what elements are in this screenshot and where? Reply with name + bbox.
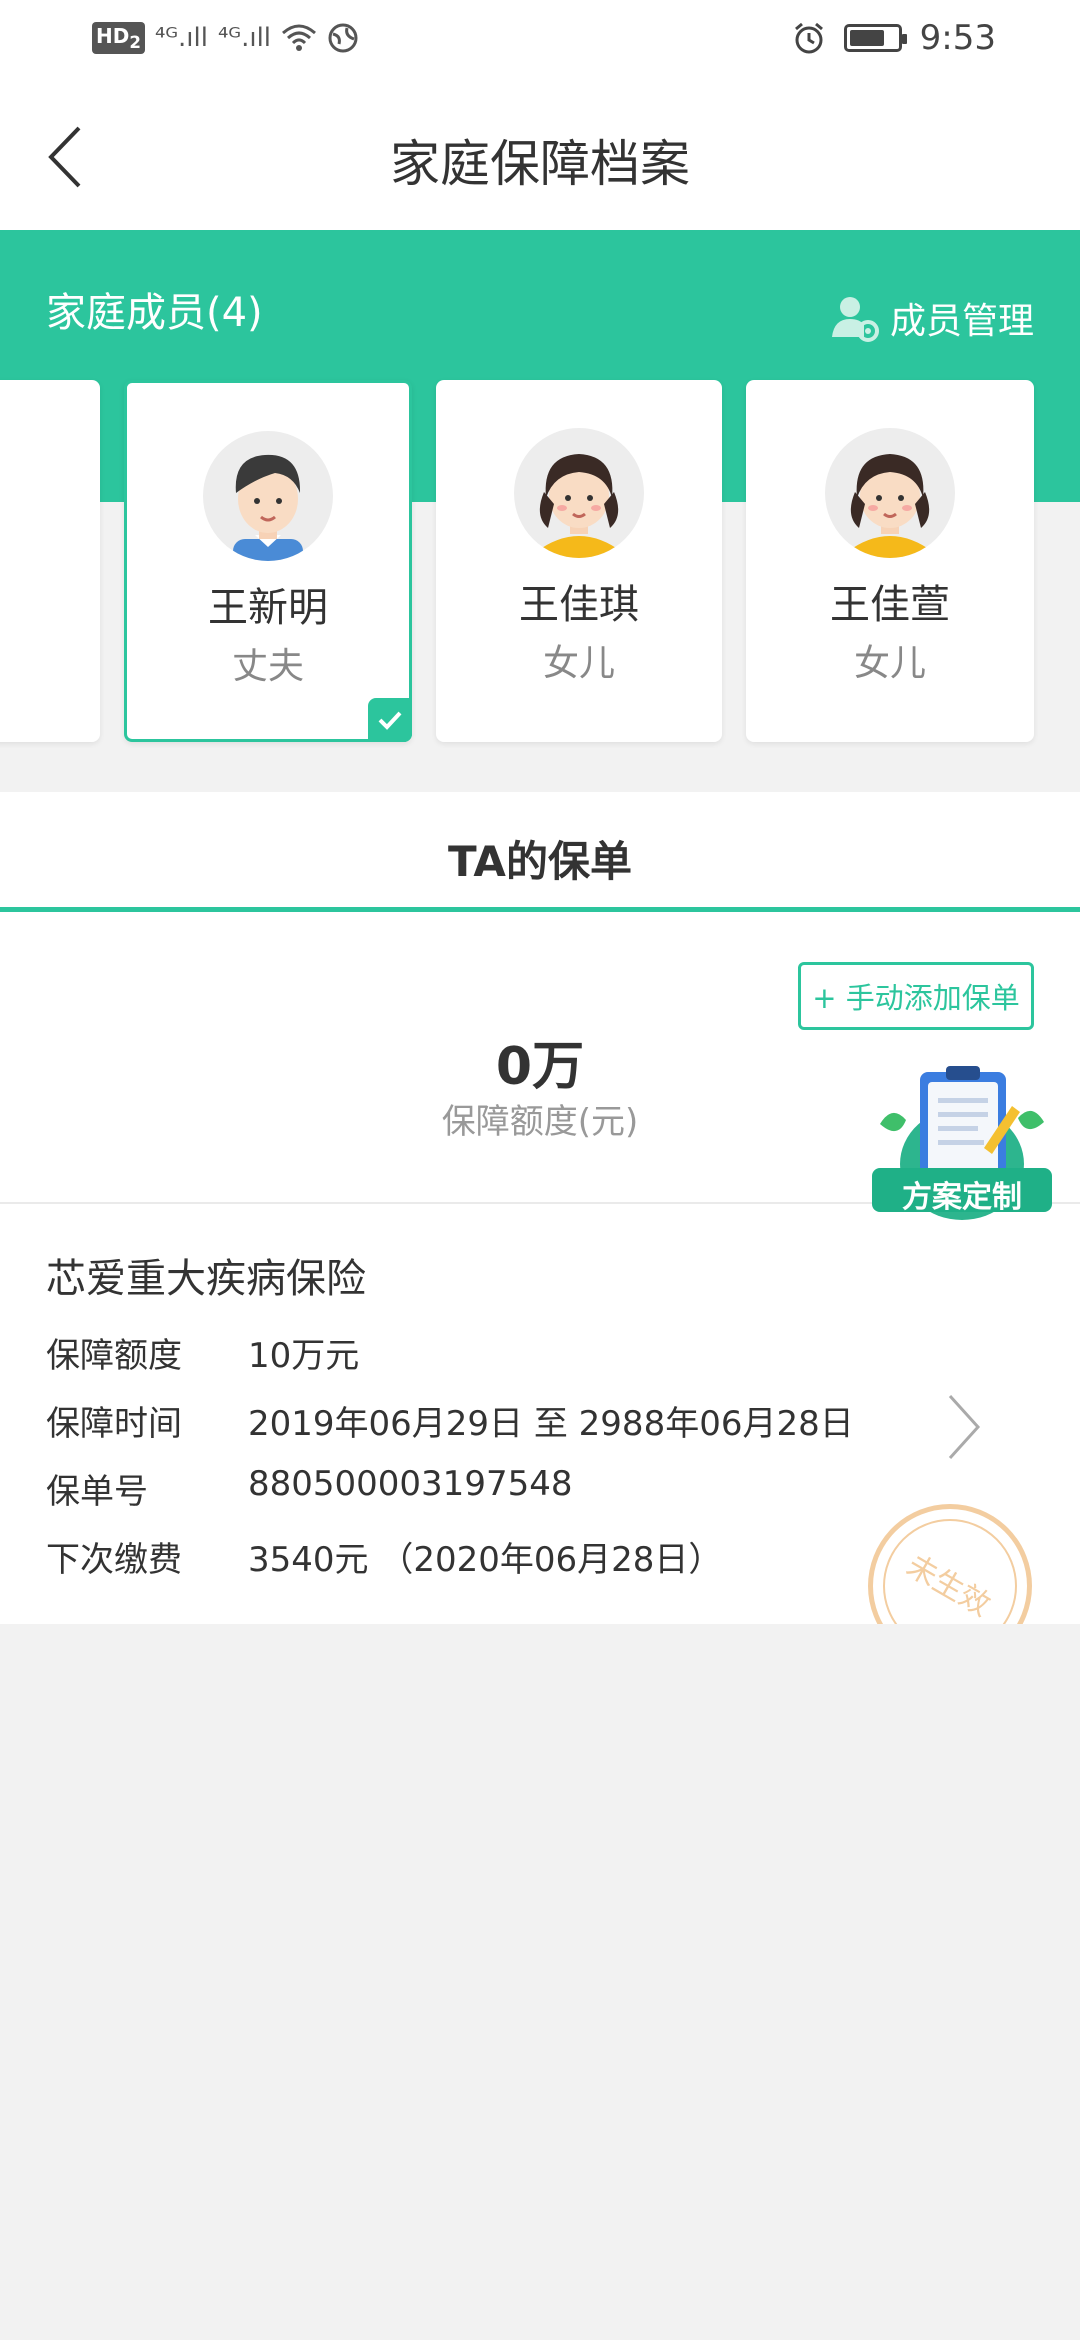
status-bar: HD2 ⁴ᴳ.ıll ⁴ᴳ.ıll 9:53 [0,0,1080,84]
row-key: 保障额度 [46,1336,182,1376]
member-card-partial[interactable] [0,380,100,742]
row-key: 保单号 [46,1472,148,1512]
policy-card[interactable]: 芯爱重大疾病保险 保障额度 10万元 保障时间 2019年06月29日 至 29… [0,1204,1080,1624]
policy-row: 保障时间 2019年06月29日 至 2988年06月28日 [46,1396,854,1445]
member-card[interactable]: 王佳琪 女儿 [436,380,722,742]
stamp-text: 未生效 [900,1548,996,1624]
member-relation: 女儿 [542,643,615,684]
row-key: 保障时间 [46,1404,182,1444]
row-value: 880500003197548 [248,1464,573,1504]
inactive-stamp: 未生效 [868,1504,1032,1624]
plan-custom-badge[interactable]: 方案定制 [872,1064,1052,1230]
member-manage-label: 成员管理 [889,301,1034,342]
member-manage-button[interactable]: 成员管理 [830,292,1034,344]
signal-icon-2: ⁴ᴳ.ıll [217,23,272,53]
girl-avatar-icon [514,428,644,558]
check-icon [368,698,412,742]
chevron-right-icon[interactable] [944,1392,984,1462]
alarm-icon [794,22,823,54]
member-name: 王新明 [208,585,328,631]
policy-row: 下次缴费 3540元 （2020年06月28日） [46,1532,722,1581]
member-relation: 丈夫 [231,646,304,687]
user-settings-icon [831,297,879,342]
hd-icon: HD2 [92,22,145,54]
wifi-icon [282,24,317,51]
globe-icon [328,23,358,53]
row-value: 3540元 （2020年06月28日） [248,1540,723,1580]
add-policy-button[interactable]: + 手动添加保单 [798,962,1034,1030]
member-card[interactable]: 王新明 丈夫 [124,380,412,742]
member-cards: 王新明 丈夫 王佳琪 女儿 王佳萱 女儿 [0,380,1080,742]
policy-row: 保单号 880500003197548 [46,1464,572,1513]
member-name: 王佳萱 [830,582,950,628]
clock: 9:53 [919,18,996,58]
battery-icon [843,24,907,52]
member-card[interactable]: 王佳萱 女儿 [746,380,1034,742]
member-relation: 女儿 [853,643,926,684]
row-key: 下次缴费 [46,1540,182,1580]
girl-avatar-icon [825,428,955,558]
plan-custom-label: 方案定制 [902,1180,1022,1215]
page-title: 家庭保障档案 [390,135,690,193]
row-value: 2019年06月29日 至 2988年06月28日 [248,1404,854,1444]
policy-row: 保障额度 10万元 [46,1328,359,1377]
signal-icon: ⁴ᴳ.ıll [154,23,208,53]
row-value: 10万元 [248,1336,360,1376]
nav-bar: 家庭保障档案 [0,84,1080,230]
members-title: 家庭成员(4) [46,290,263,336]
policy-tab[interactable]: TA的保单 [0,792,1080,912]
member-name: 王佳琪 [519,582,639,628]
male-avatar-icon [203,431,333,561]
status-right: 9:53 [792,18,996,58]
status-left: HD2 ⁴ᴳ.ıll ⁴ᴳ.ıll [92,22,359,54]
hd-label: HD [96,24,130,48]
tab-label: TA的保单 [448,837,632,886]
policy-name: 芯爱重大疾病保险 [46,1256,366,1302]
hd-sub: 2 [129,33,141,52]
